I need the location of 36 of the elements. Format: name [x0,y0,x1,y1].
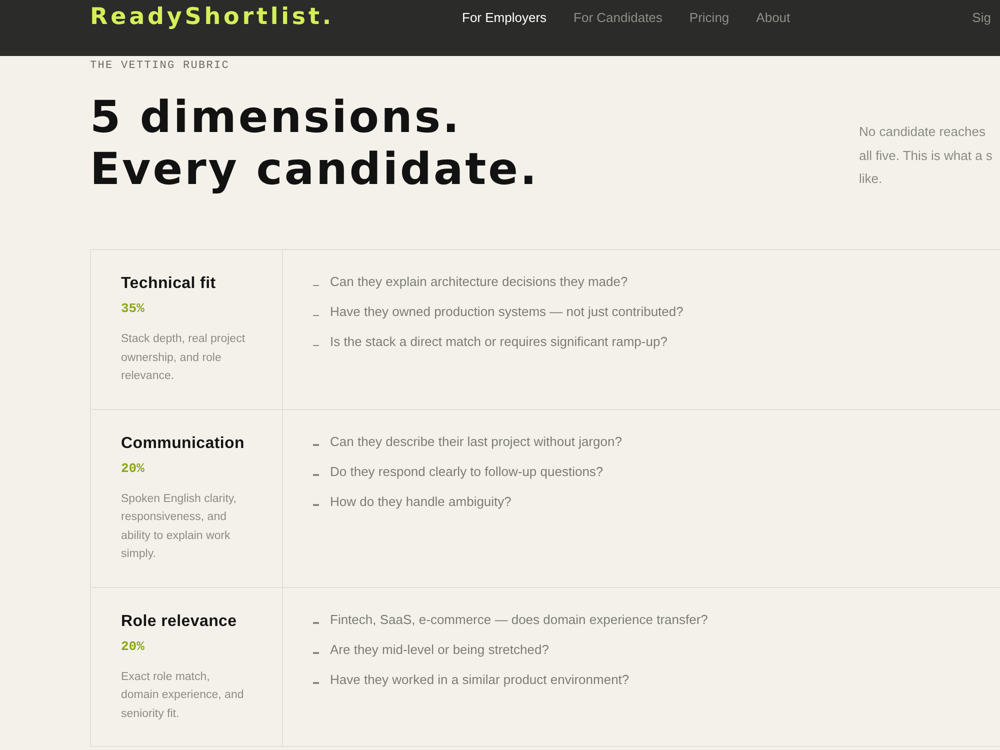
section-eyebrow: THE VETTING RUBRIC [90,59,230,73]
dash-icon [313,474,319,476]
nav-link[interactable]: About [756,8,790,26]
vetting-question: Fintech, SaaS, e-commerce — does domain experience transfer? [330,610,708,629]
intro-paragraph: No candidate reaches all five. This is what a s like. [859,123,994,188]
dash-icon [313,622,319,624]
dimension-description: Exact role match, domain experience, and seniority fit. [121,670,245,722]
page-heading: 5 dimensions. Every candidate. [90,92,539,196]
nav-link[interactable]: For Employers [462,8,547,26]
dimension-title: Role relevance [121,612,237,632]
dash-icon [313,682,319,684]
dash-icon [313,284,319,286]
dash-icon [313,504,319,506]
vetting-question: How do they handle ambiguity? [330,492,512,511]
dash-icon [313,344,319,346]
dimension-weight: 35% [121,301,144,317]
dimension-description: Stack depth, real project ownership, and role relevance. [121,332,246,384]
dash-icon [313,444,319,446]
vetting-question: Are they mid-level or being stretched? [330,640,549,659]
vetting-question: Do they respond clearly to follow-up questions? [330,462,604,481]
dash-icon [313,314,319,316]
vetting-question: Can they describe their last project without jargon? [330,432,622,451]
vetting-question: Have they owned production systems — not just contributed? [330,303,684,321]
dimension-title: Communication [121,434,244,454]
vetting-question: Is the stack a direct match or requires significant ramp-up? [330,333,668,351]
vetting-question: Have they worked in a similar product environment? [330,670,630,689]
sign-in-link[interactable]: Sig [972,8,991,26]
dimension-description: Spoken English clarity, responsiveness, and ability to explain work simply. [121,492,238,562]
vetting-question: Can they explain architecture decisions they made? [330,273,628,291]
nav-link[interactable]: For Candidates [574,8,662,26]
dimension-weight: 20% [121,460,144,476]
dimension-weight: 20% [121,638,144,654]
dash-icon [313,652,319,654]
nav-link[interactable]: Pricing [689,8,730,26]
dimension-title: Technical fit [121,274,216,294]
logo[interactable]: ReadyShortlist. [90,4,334,31]
